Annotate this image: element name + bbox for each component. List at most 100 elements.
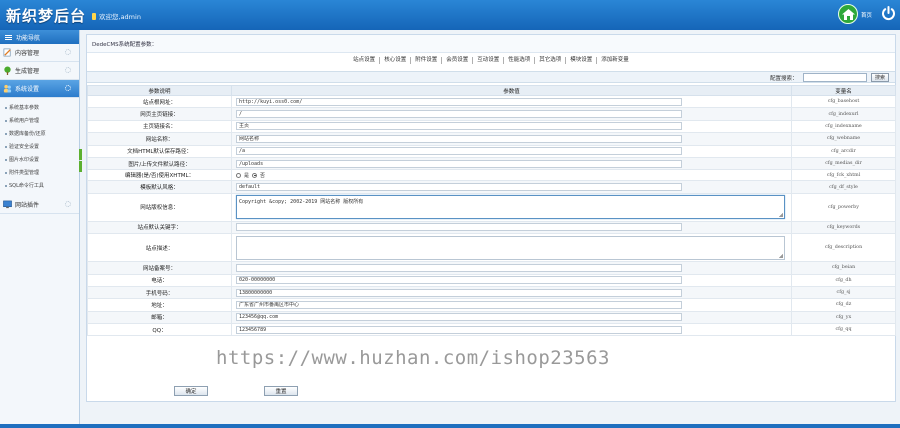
variable-name: cfg_dh (791, 273, 896, 287)
tab-add-variable[interactable]: 添加新变量 (597, 57, 633, 64)
setting-input[interactable]: 主页 (236, 122, 682, 131)
setting-input[interactable]: 020-00000000 (236, 276, 682, 285)
setting-input[interactable]: default (236, 183, 682, 192)
variable-name: cfg_dz (791, 298, 896, 312)
setting-label: 手机号码： (87, 285, 232, 300)
setting-value-cell: /a (231, 144, 792, 158)
submenu-item[interactable]: SQL命令行工具 (0, 179, 79, 192)
sidebar-item-system[interactable]: 系统设置 (0, 80, 79, 98)
settings-tabs: 站点设置 核心设置 附件设置 会员设置 互动设置 性能选项 其它选项 模块设置 … (87, 53, 895, 68)
table-row: 图片/上传文件默认路径： /uploads cfg_medias_dir (87, 156, 896, 171)
setting-value-cell (231, 220, 792, 235)
setting-input[interactable] (236, 223, 682, 232)
search-button[interactable]: 搜索 (871, 73, 889, 82)
tab-module[interactable]: 模块设置 (566, 57, 598, 64)
system-submenu: 系统基本参数 系统用户管理 数据库备份/还原 验证安全设置 图片水印设置 附件类… (0, 98, 79, 196)
submenu-item[interactable]: 系统用户管理 (0, 114, 79, 127)
reset-button[interactable]: 重置 (264, 386, 298, 396)
table-row: 主页链接名： 主页 cfg_indexname (87, 119, 896, 134)
resize-grip-icon[interactable] (779, 253, 783, 258)
save-button[interactable]: 确定 (174, 386, 208, 396)
tab-core[interactable]: 核心设置 (380, 57, 412, 64)
config-search-bar: 配置搜索： 搜索 (87, 71, 895, 83)
table-row: 编辑器(是/否)使用XHTML：是否 cfg_fck_xhtml (87, 169, 896, 182)
submenu-item[interactable]: 图片水印设置 (0, 153, 79, 166)
logout-button[interactable] (879, 4, 897, 22)
setting-input[interactable]: http://kuyi.oss0.com/ (236, 97, 682, 106)
welcome-text: 欢迎您,admin (92, 11, 141, 21)
gear-icon (65, 67, 71, 73)
pencil-icon (3, 48, 11, 57)
gear-icon (65, 49, 71, 55)
table-header-row: 参数说明 参数值 变量名 (87, 85, 896, 96)
setting-input[interactable]: 广东省广州市番禺区市中心 (236, 300, 682, 309)
people-icon (3, 84, 12, 93)
variable-name: cfg_powerby (791, 192, 896, 222)
setting-textarea[interactable]: Copyright &copy; 2002-2019 网站名称 版权所有 (236, 195, 785, 220)
radio-label: 是 (244, 172, 250, 179)
tab-other[interactable]: 其它选项 (535, 57, 567, 64)
setting-input[interactable]: 123456@qq.com (236, 313, 682, 322)
setting-label: 文档HTML默认保存路径： (87, 144, 232, 158)
setting-input[interactable]: /uploads (236, 159, 682, 168)
radio-option[interactable] (236, 172, 241, 178)
radio-label: 否 (260, 172, 266, 179)
welcome-label: 欢迎您,admin (99, 13, 141, 21)
search-input[interactable] (803, 73, 867, 82)
setting-value-cell: 123456789 (231, 323, 792, 337)
sidebar-item-generate[interactable]: 生成管理 (0, 62, 79, 80)
setting-value-cell: 网站名称 (231, 132, 792, 146)
radio-option[interactable] (252, 172, 258, 178)
table-row: 网页主页链接： / cfg_indexurl (87, 107, 896, 121)
home-button[interactable] (838, 4, 858, 24)
setting-value-cell: 主页 (231, 119, 792, 134)
submenu-item[interactable]: 验证安全设置 (0, 140, 79, 153)
setting-input[interactable]: /a (236, 147, 682, 156)
variable-name: cfg_df_style (791, 180, 896, 194)
form-actions: 确定 重置 (87, 385, 895, 399)
submenu-item[interactable]: 系统基本参数 (0, 101, 79, 114)
setting-label: QQ： (87, 323, 232, 337)
tab-interaction[interactable]: 互动设置 (473, 57, 505, 64)
table-row: 模板默认风格： default cfg_df_style (87, 180, 896, 194)
variable-name: cfg_fck_xhtml (791, 169, 896, 182)
user-icon (92, 12, 96, 20)
home-icon (841, 8, 855, 20)
table-row: 地址： 广东省广州市番禺区市中心 cfg_dz (87, 298, 896, 312)
submenu-item[interactable]: 数据库备份/还原 (0, 127, 79, 140)
sidebar-item-label: 网站插件 (15, 202, 40, 209)
setting-input[interactable]: 网站名称 (236, 134, 682, 143)
setting-label: 图片/上传文件默认路径： (87, 156, 232, 171)
table-row: 网站备案号： cfg_beian (87, 261, 896, 275)
sidebar-item-plugins[interactable]: 网站插件 (0, 196, 79, 214)
setting-value-cell: default (231, 180, 792, 194)
setting-label: 站点描述： (87, 233, 232, 263)
home-label[interactable]: 首页 (861, 11, 872, 19)
resize-grip-icon[interactable] (779, 213, 783, 218)
tab-member[interactable]: 会员设置 (442, 57, 474, 64)
setting-input[interactable]: 123456789 (236, 325, 682, 334)
textarea-text: Copyright &copy; 2002-2019 网站名称 版权所有 (239, 199, 364, 206)
tab-site[interactable]: 站点设置 (349, 57, 381, 64)
setting-value-cell: 13800000000 (231, 285, 792, 300)
setting-label: 电话： (87, 273, 232, 287)
submenu-item[interactable]: 附件类型管理 (0, 166, 79, 179)
gear-icon (65, 201, 71, 207)
setting-textarea[interactable] (236, 235, 785, 260)
menu-icon (5, 34, 12, 40)
variable-name: cfg_yx (791, 310, 896, 325)
variable-name: cfg_sj (791, 285, 896, 300)
variable-name: cfg_description (791, 233, 896, 263)
variable-name: cfg_webname (791, 132, 896, 146)
setting-input[interactable] (236, 263, 682, 272)
setting-value-cell: http://kuyi.oss0.com/ (231, 94, 792, 109)
setting-input[interactable]: / (236, 110, 682, 119)
setting-value-cell: /uploads (231, 156, 792, 171)
tab-attachment[interactable]: 附件设置 (411, 57, 443, 64)
variable-name: cfg_indexurl (791, 107, 896, 121)
tab-performance[interactable]: 性能选项 (504, 57, 536, 64)
setting-input[interactable]: 13800000000 (236, 288, 682, 297)
table-row: 站点描述： cfg_description (87, 233, 896, 263)
sidebar-title: 功能导航 (16, 34, 41, 42)
sidebar-item-content[interactable]: 内容管理 (0, 44, 79, 62)
